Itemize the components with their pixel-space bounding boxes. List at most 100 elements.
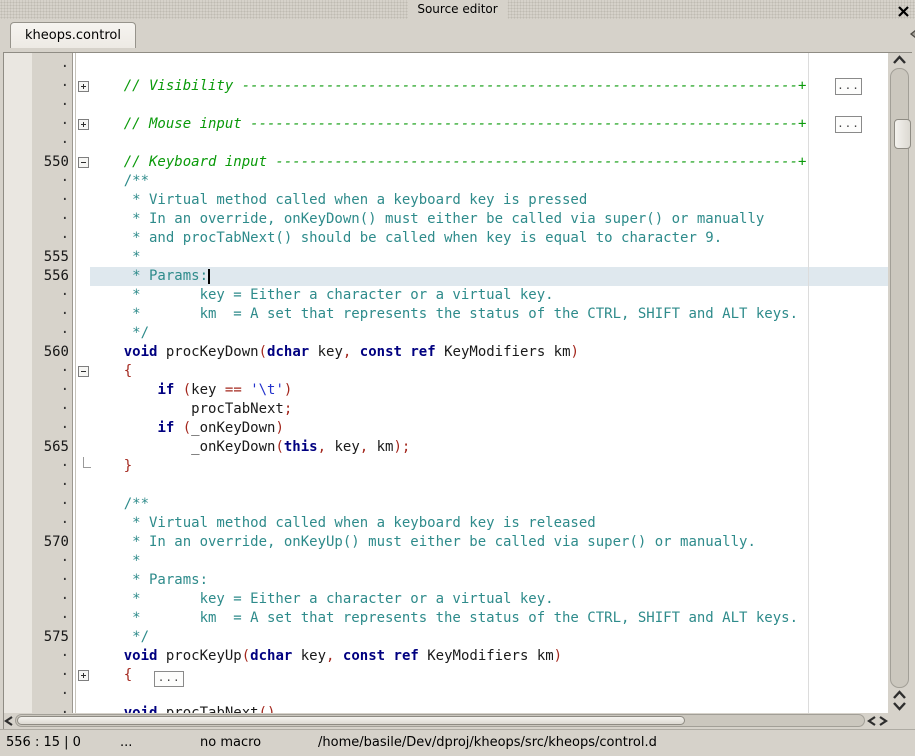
fold-end-mark — [83, 457, 91, 468]
previous-document-button[interactable] — [907, 23, 915, 45]
line-number: · — [32, 514, 69, 533]
code-line[interactable]: * Params: — [90, 267, 208, 286]
folded-block-ellipsis[interactable]: ... — [835, 78, 862, 95]
scroll-up2-icon[interactable] — [892, 690, 907, 700]
line-number: · — [32, 96, 69, 115]
line-number: · — [32, 229, 69, 248]
code-line[interactable]: * key = Either a character or a virtual … — [90, 590, 554, 609]
line-number: · — [32, 115, 69, 134]
code-line[interactable]: void procKeyDown(dchar key, const ref Ke… — [90, 343, 579, 362]
line-number: · — [32, 400, 69, 419]
scrollbar-corner — [888, 713, 912, 729]
code-line[interactable]: */ — [90, 628, 149, 647]
line-number: · — [32, 210, 69, 229]
horizontal-scrollbar[interactable] — [4, 713, 888, 729]
line-number: · — [32, 666, 69, 685]
line-number: · — [32, 305, 69, 324]
fold-collapse-icon[interactable] — [78, 366, 89, 377]
scroll-up-icon[interactable] — [892, 55, 907, 66]
code-line[interactable]: {... — [90, 666, 184, 685]
line-number: · — [32, 324, 69, 343]
scroll-left-icon[interactable] — [4, 715, 14, 727]
line-number: · — [32, 685, 69, 704]
code-line[interactable]: * — [90, 248, 141, 267]
line-number: · — [32, 58, 69, 77]
file-path-label: /home/basile/Dev/dproj/kheops/src/kheops… — [318, 730, 657, 756]
scroll-down-icon[interactable] — [892, 701, 907, 711]
code-line[interactable]: if (_onKeyDown) — [90, 419, 284, 438]
line-number: · — [32, 571, 69, 590]
vertical-scrollbar[interactable] — [888, 53, 912, 713]
tab-bar: kheops.control — [0, 19, 915, 52]
code-line[interactable]: * Params: — [90, 571, 208, 590]
code-line[interactable]: void procTabNext() — [90, 704, 275, 713]
line-number: 556 — [32, 267, 69, 286]
folded-block-ellipsis[interactable]: ... — [835, 116, 862, 133]
text-caret — [208, 269, 210, 284]
titlebar: Source editor — [0, 0, 915, 19]
hscroll-track[interactable] — [15, 714, 865, 727]
code-line[interactable]: /** — [90, 172, 149, 191]
line-number: 550 — [32, 153, 69, 172]
fold-expand-icon[interactable] — [78, 670, 89, 681]
line-number: · — [32, 362, 69, 381]
vscroll-thumb[interactable] — [894, 119, 911, 149]
hscroll-thumb[interactable] — [17, 716, 685, 725]
macro-state-label: no macro — [200, 730, 261, 756]
code-line[interactable]: */ — [90, 324, 149, 343]
code-line[interactable]: * km = A set that represents the status … — [90, 305, 798, 324]
right-margin-line — [808, 53, 809, 713]
line-number: 555 — [32, 248, 69, 267]
folded-block-ellipsis[interactable]: ... — [154, 671, 184, 687]
code-line[interactable]: if (key == '\t') — [90, 381, 292, 400]
fold-margin — [76, 53, 90, 713]
scroll-left2-icon[interactable] — [867, 715, 877, 727]
line-number: · — [32, 381, 69, 400]
line-number: · — [32, 476, 69, 495]
line-number: · — [32, 647, 69, 666]
line-number: 575 — [32, 628, 69, 647]
line-number: · — [32, 172, 69, 191]
code-line[interactable]: // Visibility --------------------------… — [90, 77, 806, 96]
code-line[interactable]: * km = A set that represents the status … — [90, 609, 798, 628]
line-number: · — [32, 495, 69, 514]
line-number: · — [32, 77, 69, 96]
line-number: · — [32, 457, 69, 476]
code-line[interactable]: * and procTabNext() should be called whe… — [90, 229, 722, 248]
tab-kheops-control[interactable]: kheops.control — [10, 22, 136, 48]
pending-label: ... — [120, 730, 132, 756]
code-line[interactable]: _onKeyDown(this, key, km); — [90, 438, 410, 457]
window-title: Source editor — [407, 0, 507, 19]
code-line[interactable]: * Virtual method called when a keyboard … — [90, 514, 596, 533]
code-line[interactable]: * In an override, onKeyUp() must either … — [90, 533, 756, 552]
fold-expand-icon[interactable] — [78, 119, 89, 130]
fold-collapse-icon[interactable] — [78, 157, 89, 168]
fold-expand-icon[interactable] — [78, 81, 89, 92]
line-number: 560 — [32, 343, 69, 362]
code-line[interactable]: * In an override, onKeyDown() must eithe… — [90, 210, 764, 229]
line-number: · — [32, 609, 69, 628]
line-number-gutter: ·····550····555556···560····565····570··… — [32, 53, 73, 713]
status-bar: 556 : 15 | 0 ... no macro /home/basile/D… — [0, 729, 915, 756]
code-line[interactable]: // Mouse input -------------------------… — [90, 115, 806, 134]
code-line[interactable]: procTabNext; — [90, 400, 292, 419]
code-line[interactable]: void procKeyUp(dchar key, const ref KeyM… — [90, 647, 562, 666]
code-line[interactable]: } — [90, 457, 132, 476]
line-number: 570 — [32, 533, 69, 552]
code-line[interactable]: * — [90, 552, 141, 571]
code-line[interactable]: * key = Either a character or a virtual … — [90, 286, 554, 305]
caret-position-label: 556 : 15 | 0 — [6, 730, 81, 756]
code-line[interactable]: * Virtual method called when a keyboard … — [90, 191, 587, 210]
line-number: 565 — [32, 438, 69, 457]
scroll-right-icon[interactable] — [878, 715, 888, 727]
close-icon[interactable] — [897, 3, 910, 16]
code-line[interactable]: { — [90, 362, 132, 381]
back-arrow-icon — [907, 23, 915, 45]
line-number: · — [32, 191, 69, 210]
vscroll-track[interactable] — [890, 68, 909, 688]
code-line[interactable]: /** — [90, 495, 149, 514]
code-area[interactable]: // Visibility --------------------------… — [90, 53, 888, 713]
code-line[interactable]: // Keyboard input ----------------------… — [90, 153, 806, 172]
line-number: · — [32, 552, 69, 571]
editor-left-strip — [4, 53, 32, 713]
